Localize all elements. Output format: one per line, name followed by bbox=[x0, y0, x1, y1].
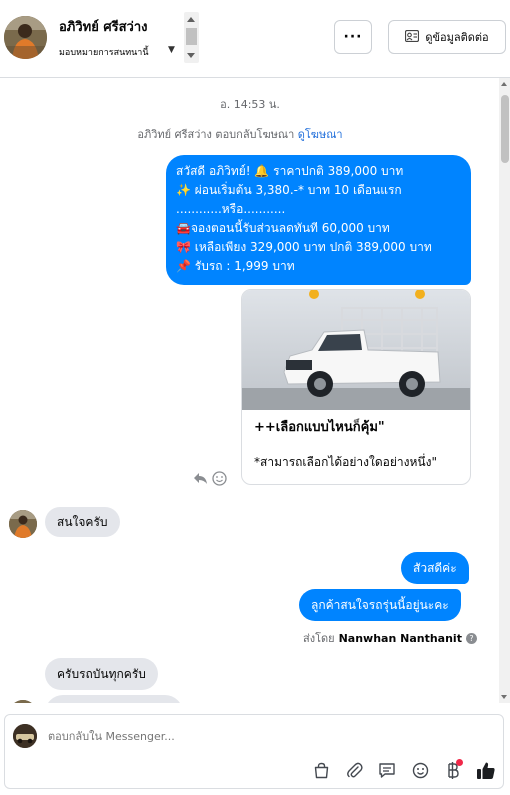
incoming-message[interactable] bbox=[45, 695, 183, 703]
message-actions bbox=[193, 471, 227, 490]
assign-conversation-label[interactable]: มอบหมายการสนทนานี้ bbox=[59, 45, 149, 59]
contact-avatar-small[interactable] bbox=[9, 510, 37, 538]
scroll-down-arrow-icon[interactable] bbox=[501, 695, 507, 699]
scroll-up-arrow-icon[interactable] bbox=[501, 82, 507, 86]
scroll-up-arrow-icon[interactable] bbox=[187, 17, 195, 22]
incoming-message[interactable]: ครับรถบันทุกครับ bbox=[45, 658, 158, 690]
message-thread[interactable]: อ. 14:53 น. อภิวิทย์ ศรีสว่าง ตอบกลับโฆษ… bbox=[0, 78, 510, 703]
baht-icon[interactable] bbox=[442, 759, 464, 781]
promo-line: ............หรือ........... bbox=[176, 202, 286, 216]
question-icon[interactable]: ? bbox=[465, 632, 477, 644]
contact-card-icon bbox=[405, 29, 420, 45]
conversation-header: อภิวิทย์ ศรีสว่าง มอบหมายการสนทนานี้ ▼ ·… bbox=[0, 0, 510, 78]
view-contact-info-button[interactable]: ดูข้อมูลติดต่อ bbox=[388, 20, 506, 54]
outgoing-message[interactable]: ลูกค้าสนใจรถรุ่นนี้อยู่นะคะ bbox=[299, 589, 461, 621]
message-composer bbox=[4, 714, 504, 789]
contact-name[interactable]: อภิวิทย์ ศรีสว่าง bbox=[59, 16, 148, 37]
message-timestamp: อ. 14:53 น. bbox=[220, 98, 280, 111]
promo-line: 🚘จองตอนนี้รับส่วนลดทันที 60,000 บาท bbox=[176, 221, 390, 235]
notification-dot bbox=[456, 759, 463, 766]
reply-input[interactable] bbox=[48, 730, 348, 743]
caret-down-icon[interactable]: ▼ bbox=[168, 45, 175, 55]
header-scrollbar[interactable] bbox=[184, 12, 199, 63]
promo-line: 📌 รับรถ : 1,999 บาท bbox=[176, 259, 295, 273]
contact-avatar-small[interactable] bbox=[9, 700, 37, 703]
more-label: ··· bbox=[343, 29, 363, 45]
view-ad-link[interactable]: ดูโฆษณา bbox=[298, 128, 343, 141]
promo-line: สวัสดี อภิวิทย์! 🔔 ราคาปกติ 389,000 บาท bbox=[176, 164, 404, 178]
promo-line: 🎀 เหลือเพียง 329,000 บาท ปกติ 389,000 บา… bbox=[176, 240, 432, 254]
composer-toolbar bbox=[310, 759, 497, 781]
saved-reply-icon[interactable] bbox=[376, 759, 398, 781]
reply-icon[interactable] bbox=[193, 471, 208, 490]
attachment-icon[interactable] bbox=[343, 759, 365, 781]
contact-info-label: ดูข้อมูลติดต่อ bbox=[425, 31, 489, 44]
outgoing-message[interactable]: สัวสดีค่ะ bbox=[401, 552, 469, 584]
sent-by-label: ส่งโดย Nanwhan Nanthanit ? bbox=[303, 629, 477, 647]
message-text: สัวสดีค่ะ bbox=[413, 560, 457, 575]
page-avatar bbox=[13, 724, 37, 748]
scrollbar-thumb[interactable] bbox=[501, 95, 509, 163]
sent-by-prefix: ส่งโดย bbox=[303, 632, 335, 645]
promo-message-bubble[interactable]: สวัสดี อภิวิทย์! 🔔 ราคาปกติ 389,000 บาท … bbox=[166, 155, 471, 285]
promo-line: ✨ ผ่อนเริ่มต้น 3,380.-* บาท 10 เดือนแรก bbox=[176, 183, 402, 197]
bag-icon[interactable] bbox=[310, 759, 332, 781]
message-text: สนใจครับ bbox=[57, 514, 108, 529]
scroll-down-arrow-icon[interactable] bbox=[187, 53, 195, 58]
message-text: ลูกค้าสนใจรถรุ่นนี้อยู่นะคะ bbox=[311, 597, 449, 612]
react-emoji-icon[interactable] bbox=[212, 471, 227, 490]
like-icon[interactable] bbox=[475, 759, 497, 781]
ad-reply-note: อภิวิทย์ ศรีสว่าง ตอบกลับโฆษณา ดูโฆษณา bbox=[0, 125, 480, 143]
more-options-button[interactable]: ··· bbox=[334, 20, 372, 54]
contact-avatar[interactable] bbox=[4, 16, 47, 59]
message-text: ครับรถบันทุกครับ bbox=[57, 666, 146, 681]
emoji-icon[interactable] bbox=[409, 759, 431, 781]
ad-card-title[interactable]: ++เลือกแบบไหนก็คุ้ม" bbox=[254, 416, 385, 437]
scrollbar-thumb[interactable] bbox=[186, 28, 197, 45]
pickup-truck-image[interactable] bbox=[242, 290, 471, 410]
thread-scrollbar[interactable] bbox=[499, 78, 510, 703]
ad-card-subtitle: *สามารถเลือกได้อย่างใดอย่างหนึ่ง" bbox=[254, 455, 437, 469]
ad-card[interactable]: ++เลือกแบบไหนก็คุ้ม" *สามารถเลือกได้อย่า… bbox=[241, 289, 471, 485]
ad-reply-text: อภิวิทย์ ศรีสว่าง ตอบกลับโฆษณา bbox=[137, 128, 295, 141]
sender-name: Nanwhan Nanthanit bbox=[338, 631, 462, 645]
incoming-message[interactable]: สนใจครับ bbox=[45, 507, 120, 537]
